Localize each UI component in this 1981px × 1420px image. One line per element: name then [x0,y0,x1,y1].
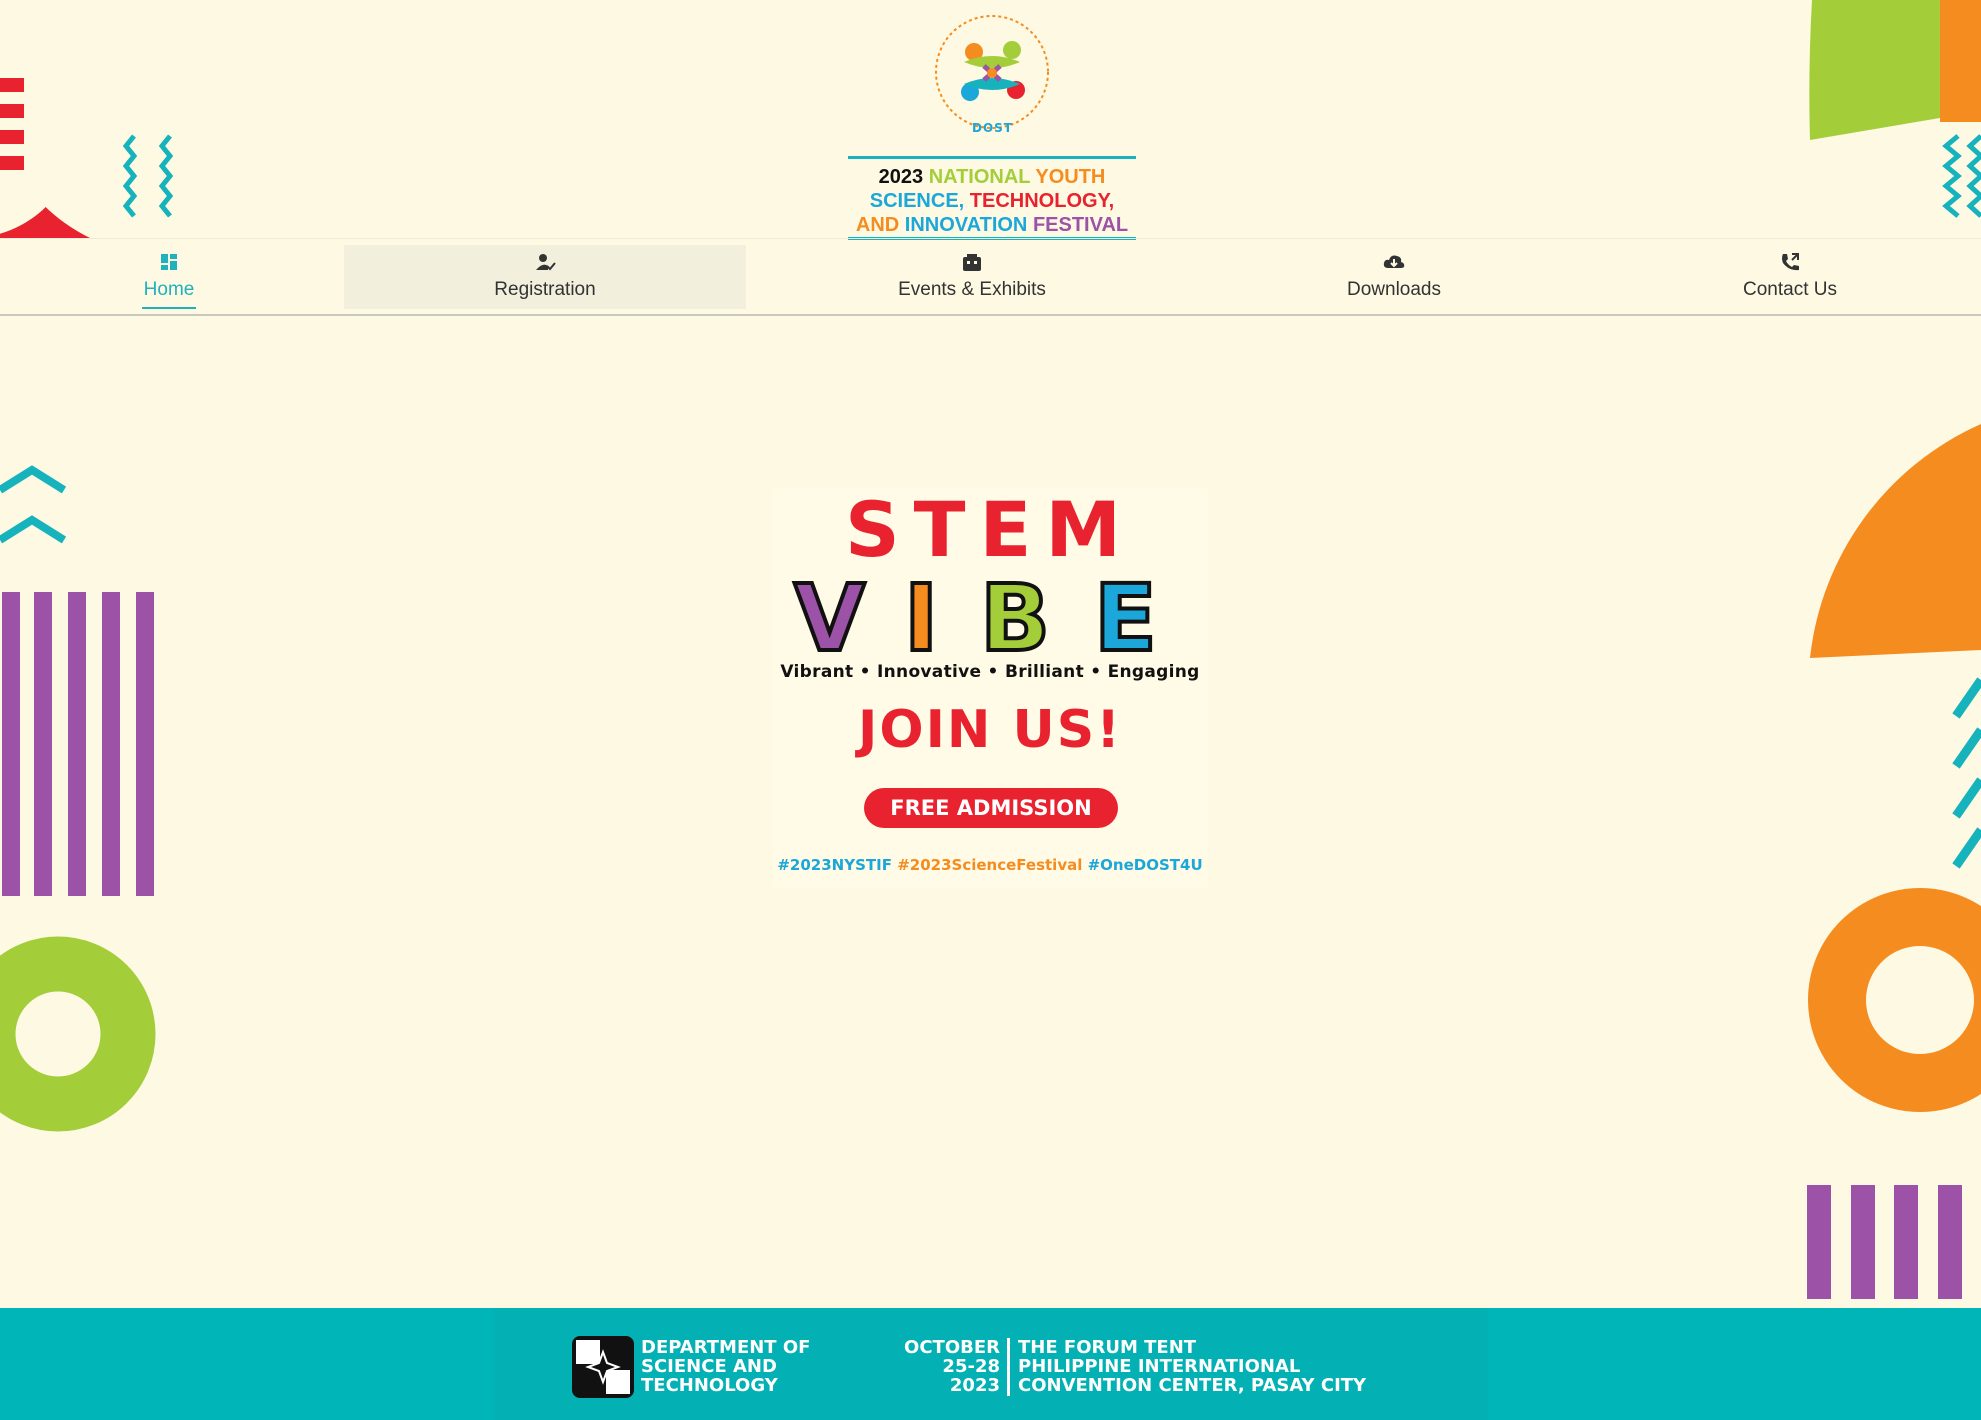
nav-contact[interactable]: Contact Us [1690,239,1890,315]
cloud-download-icon [1383,255,1405,268]
title-line-3: AND INNOVATION FESTIVAL [855,214,1129,236]
nav-events[interactable]: Events & Exhibits [842,239,1102,315]
title-line-2: SCIENCE, TECHNOLOGY, [869,190,1115,212]
site-footer: DEPARTMENT OF SCIENCE AND TECHNOLOGY OCT… [0,1308,1981,1420]
nav-home-label: Home [143,279,195,300]
hashtag-1: #2023NYSTIF [777,856,892,874]
phone-forward-icon [1782,253,1799,271]
nav-events-label: Events & Exhibits [898,279,1046,300]
nav-contact-label: Contact Us [1743,279,1837,300]
main-navigation: Home Registration Events & Exhibits Down… [0,238,1981,316]
poster-call-to-action: JOIN US! [858,700,1122,760]
festival-logo[interactable]: DOST 2023 NATIONAL YOUTH SCIENCE, TECHNO… [844,10,1140,240]
festival-title: 2023 NATIONAL YOUTH SCIENCE, TECHNOLOGY,… [848,156,1136,240]
hashtag-3: #OneDOST4U [1087,856,1203,874]
footer-venue: THE FORUM TENT PHILIPPINE INTERNATIONAL … [1018,1337,1367,1396]
nav-registration[interactable]: Registration [344,245,746,309]
nav-home[interactable]: Home [70,239,268,315]
free-admission-badge: FREE ADMISSION [864,788,1118,828]
footer-separator [1007,1338,1010,1396]
dost-logo-icon [572,1336,634,1398]
footer-date: OCTOBER 25-28 2023 [904,1337,1000,1396]
footer-department: DEPARTMENT OF SCIENCE AND TECHNOLOGY [641,1337,811,1396]
poster-hashtags: #2023NYSTIF #2023ScienceFestival #OneDOS… [772,856,1208,874]
poster-tagline: Vibrant • Innovative • Brilliant • Engag… [780,662,1200,682]
dashboard-icon [161,254,177,270]
nav-downloads[interactable]: Downloads [1294,239,1494,315]
vibe-wordmark: V I B E [792,566,1159,662]
vibe-letter-v: V [794,566,865,662]
emblem-label: DOST [972,121,1013,135]
nav-downloads-label: Downloads [1347,279,1441,300]
event-poster: STEM V I B E Vibrant • Innovative • Bril… [772,488,1208,888]
nav-registration-label: Registration [494,279,596,300]
vibe-letter-i: I [904,566,938,662]
site-header: DOST 2023 NATIONAL YOUTH SCIENCE, TECHNO… [0,0,1981,240]
active-indicator [142,307,196,309]
theater-icon [963,254,981,271]
vibe-letter-b: B [980,566,1050,662]
poster-headline: STEM [844,485,1136,574]
person-check-icon [536,254,556,271]
vibe-letter-e: E [1094,566,1157,662]
title-line-1: 2023 NATIONAL YOUTH [878,166,1106,188]
hashtag-2: #2023ScienceFestival [897,856,1083,874]
